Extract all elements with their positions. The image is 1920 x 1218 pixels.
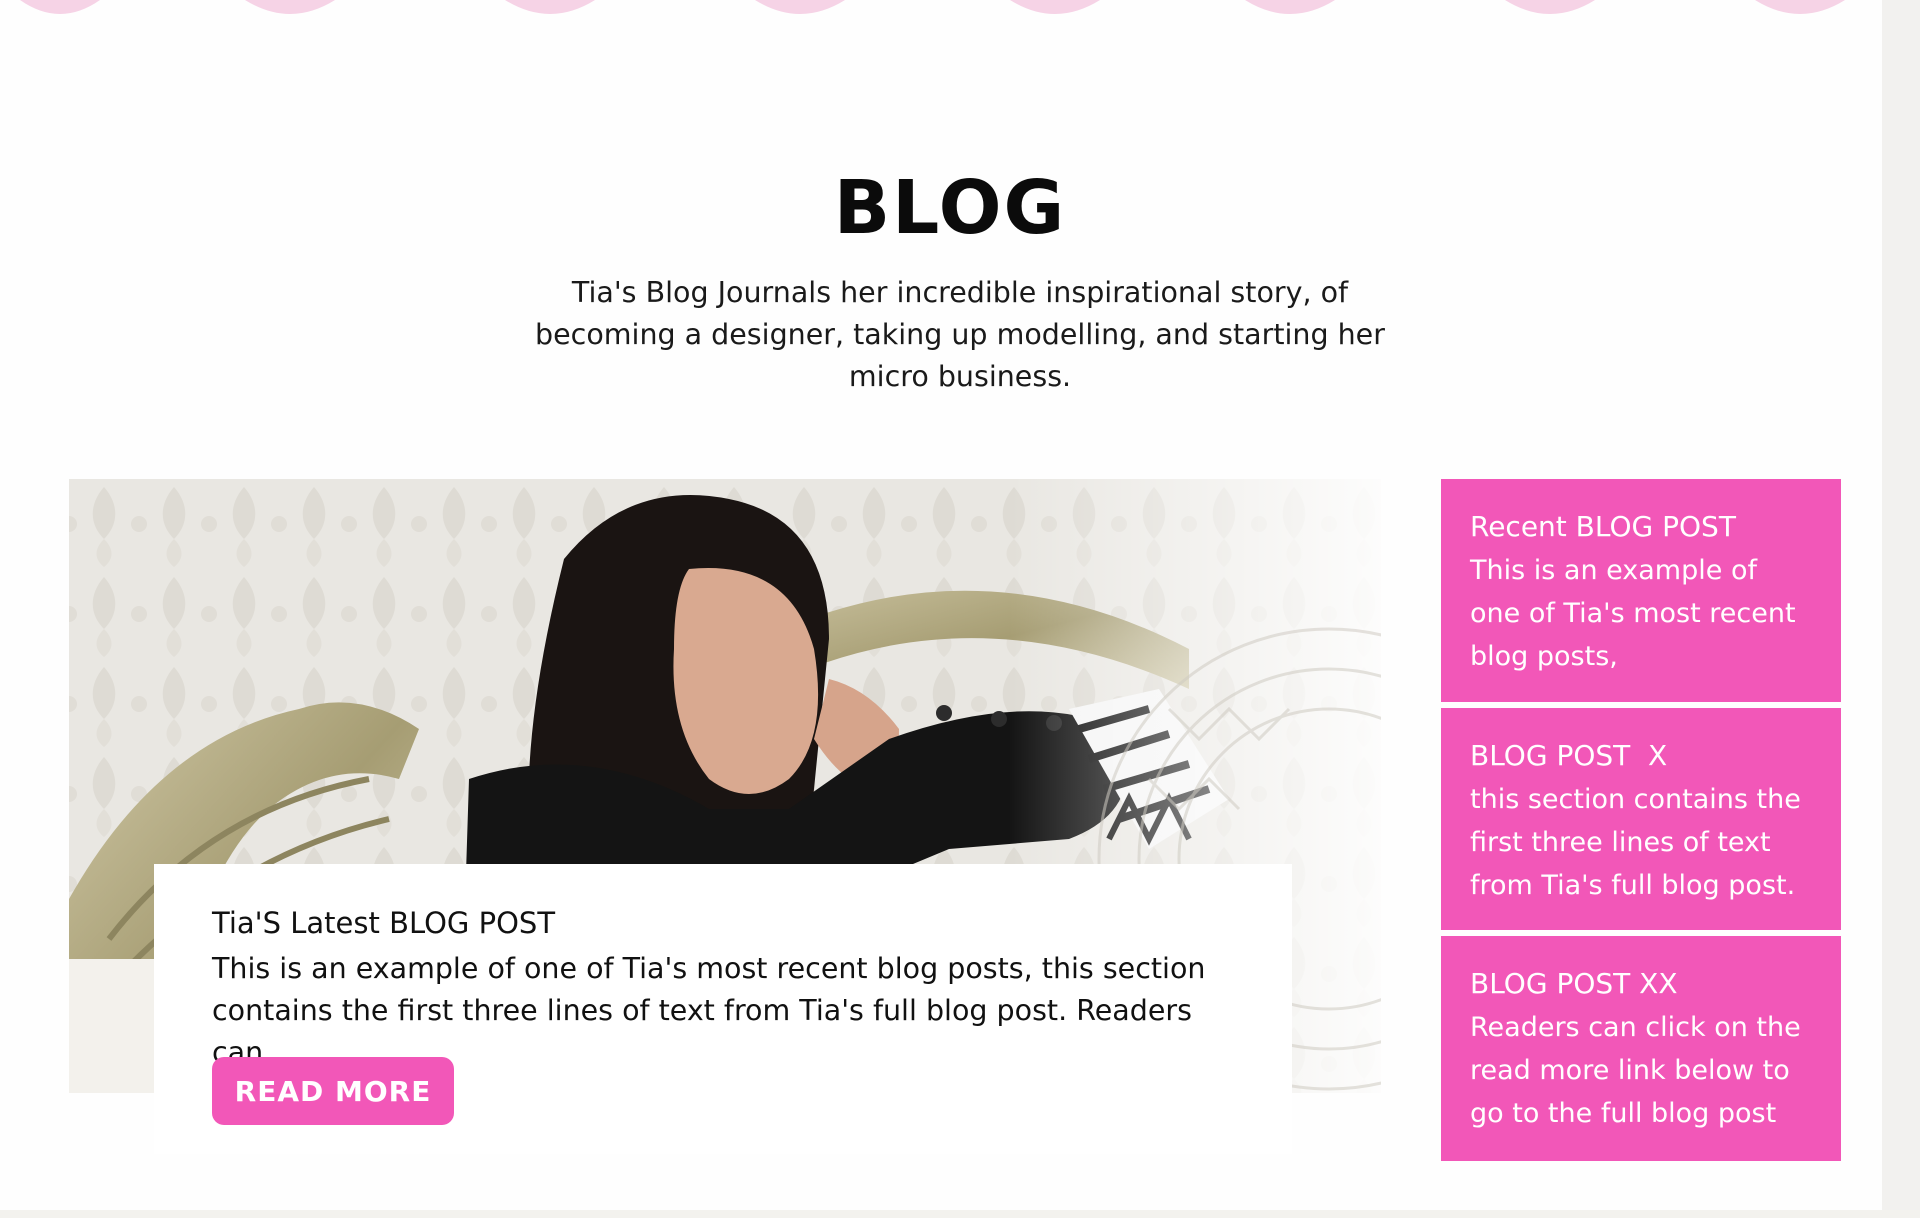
- sidebar-item-text: this section contains the first three li…: [1470, 784, 1801, 901]
- featured-post-excerpt: This is an example of one of Tia's most …: [212, 952, 1206, 1069]
- sidebar-item-text: This is an example of one of Tia's most …: [1470, 555, 1796, 672]
- sidebar-item-recent-blog-post[interactable]: Recent BLOG POST This is an example of o…: [1441, 479, 1841, 702]
- featured-post-card: Tia'S Latest BLOG POST This is an exampl…: [154, 864, 1292, 1154]
- blog-intro-text: Tia's Blog Journals her incredible inspi…: [535, 276, 1385, 393]
- bottom-divider: [0, 1210, 1920, 1218]
- sidebar-item-title: Recent BLOG POST: [1470, 510, 1736, 543]
- sidebar-item-blog-post-xx[interactable]: BLOG POST XX Readers can click on the re…: [1441, 936, 1841, 1161]
- sidebar-item-title: BLOG POST XX: [1470, 967, 1678, 1000]
- sidebar-item-text: Readers can click on the read more link …: [1470, 1012, 1801, 1129]
- read-more-button[interactable]: READ MORE: [212, 1057, 454, 1125]
- sidebar-item-blog-post-x[interactable]: BLOG POST X this section contains the fi…: [1441, 708, 1841, 930]
- page-title: BLOG: [833, 165, 1067, 251]
- featured-post-title[interactable]: Tia'S Latest BLOG POST: [212, 906, 555, 940]
- sidebar-item-title: BLOG POST X: [1470, 739, 1668, 772]
- blog-header: BLOG: [0, 165, 1900, 251]
- recent-posts-sidebar: Recent BLOG POST This is an example of o…: [1441, 479, 1841, 1161]
- top-decorative-border: [0, 0, 1880, 24]
